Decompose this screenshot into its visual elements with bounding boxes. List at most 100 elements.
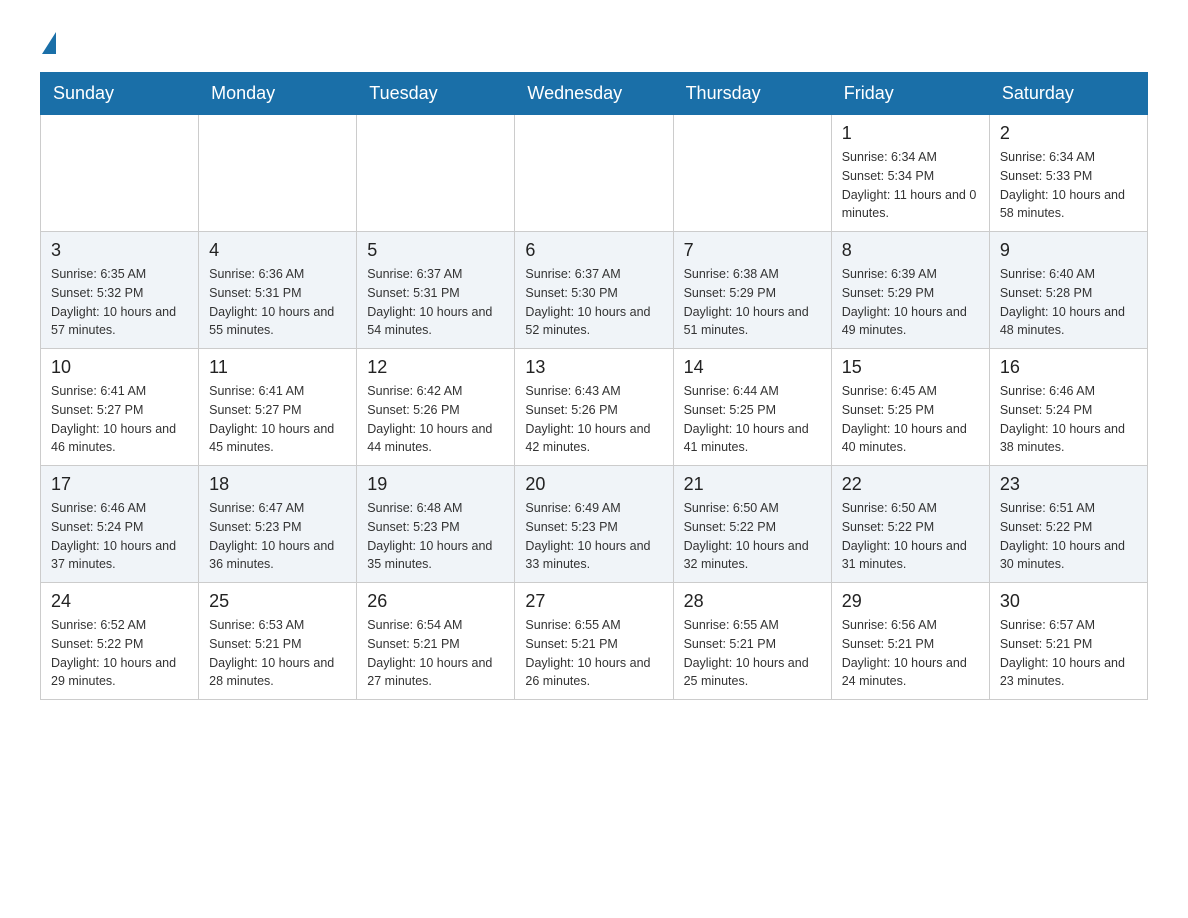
logo-triangle-icon: [42, 32, 56, 54]
day-info: Sunrise: 6:41 AM Sunset: 5:27 PM Dayligh…: [209, 382, 346, 457]
day-info: Sunrise: 6:41 AM Sunset: 5:27 PM Dayligh…: [51, 382, 188, 457]
day-info: Sunrise: 6:35 AM Sunset: 5:32 PM Dayligh…: [51, 265, 188, 340]
day-number: 28: [684, 591, 821, 612]
calendar-cell: 9 Sunrise: 6:40 AM Sunset: 5:28 PM Daylig…: [989, 232, 1147, 349]
day-number: 22: [842, 474, 979, 495]
weekday-header-sunday: Sunday: [41, 73, 199, 115]
weekday-header-tuesday: Tuesday: [357, 73, 515, 115]
week-row-1: 1Sunrise: 6:34 AM Sunset: 5:34 PM Daylig…: [41, 115, 1148, 232]
week-row-5: 24Sunrise: 6:52 AM Sunset: 5:22 PM Dayli…: [41, 583, 1148, 700]
day-number: 1: [842, 123, 979, 144]
calendar-cell: 13 Sunrise: 6:43 AM Sunset: 5:26 PM Dayli…: [515, 349, 673, 466]
day-number: 14: [684, 357, 821, 378]
calendar-cell: 6 Sunrise: 6:37 AM Sunset: 5:30 PM Daylig…: [515, 232, 673, 349]
day-number: 10: [51, 357, 188, 378]
weekday-header-saturday: Saturday: [989, 73, 1147, 115]
day-number: 20: [525, 474, 662, 495]
day-number: 13: [525, 357, 662, 378]
weekday-header-thursday: Thursday: [673, 73, 831, 115]
calendar-cell: 7 Sunrise: 6:38 AM Sunset: 5:29 PM Daylig…: [673, 232, 831, 349]
calendar-cell: 17 Sunrise: 6:46 AM Sunset: 5:24 PM Dayli…: [41, 466, 199, 583]
calendar-cell: 20 Sunrise: 6:49 AM Sunset: 5:23 PM Dayli…: [515, 466, 673, 583]
calendar-cell: 2 Sunrise: 6:34 AM Sunset: 5:33 PM Daylig…: [989, 115, 1147, 232]
day-info: Sunrise: 6:40 AM Sunset: 5:28 PM Dayligh…: [1000, 265, 1137, 340]
day-number: 19: [367, 474, 504, 495]
day-number: 15: [842, 357, 979, 378]
day-info: Sunrise: 6:38 AM Sunset: 5:29 PM Dayligh…: [684, 265, 821, 340]
calendar-cell: 16 Sunrise: 6:46 AM Sunset: 5:24 PM Dayli…: [989, 349, 1147, 466]
week-row-2: 3 Sunrise: 6:35 AM Sunset: 5:32 PM Daylig…: [41, 232, 1148, 349]
day-number: 29: [842, 591, 979, 612]
calendar-cell: [515, 115, 673, 232]
day-number: 16: [1000, 357, 1137, 378]
day-number: 17: [51, 474, 188, 495]
calendar-cell: 23 Sunrise: 6:51 AM Sunset: 5:22 PM Dayli…: [989, 466, 1147, 583]
weekday-header-wednesday: Wednesday: [515, 73, 673, 115]
day-info: Sunrise: 6:43 AM Sunset: 5:26 PM Dayligh…: [525, 382, 662, 457]
day-info: Sunrise: 6:56 AM Sunset: 5:21 PM Dayligh…: [842, 616, 979, 691]
week-row-3: 10 Sunrise: 6:41 AM Sunset: 5:27 PM Dayli…: [41, 349, 1148, 466]
calendar-table: SundayMondayTuesdayWednesdayThursdayFrid…: [40, 72, 1148, 700]
calendar-cell: 30 Sunrise: 6:57 AM Sunset: 5:21 PM Dayli…: [989, 583, 1147, 700]
calendar-cell: 12 Sunrise: 6:42 AM Sunset: 5:26 PM Dayli…: [357, 349, 515, 466]
day-info: Sunrise: 6:50 AM Sunset: 5:22 PM Dayligh…: [684, 499, 821, 574]
day-number: 3: [51, 240, 188, 261]
day-number: 21: [684, 474, 821, 495]
day-info: Sunrise: 6:55 AM Sunset: 5:21 PM Dayligh…: [684, 616, 821, 691]
day-info: Sunrise: 6:42 AM Sunset: 5:26 PM Dayligh…: [367, 382, 504, 457]
weekday-header-row: SundayMondayTuesdayWednesdayThursdayFrid…: [41, 73, 1148, 115]
day-info: Sunrise: 6:37 AM Sunset: 5:31 PM Dayligh…: [367, 265, 504, 340]
calendar-cell: 15 Sunrise: 6:45 AM Sunset: 5:25 PM Dayli…: [831, 349, 989, 466]
day-number: 6: [525, 240, 662, 261]
calendar-cell: 27Sunrise: 6:55 AM Sunset: 5:21 PM Dayli…: [515, 583, 673, 700]
day-number: 5: [367, 240, 504, 261]
day-info: Sunrise: 6:45 AM Sunset: 5:25 PM Dayligh…: [842, 382, 979, 457]
calendar-cell: 14Sunrise: 6:44 AM Sunset: 5:25 PM Dayli…: [673, 349, 831, 466]
day-info: Sunrise: 6:57 AM Sunset: 5:21 PM Dayligh…: [1000, 616, 1137, 691]
calendar-cell: [41, 115, 199, 232]
day-number: 18: [209, 474, 346, 495]
day-info: Sunrise: 6:51 AM Sunset: 5:22 PM Dayligh…: [1000, 499, 1137, 574]
calendar-cell: [199, 115, 357, 232]
week-row-4: 17 Sunrise: 6:46 AM Sunset: 5:24 PM Dayli…: [41, 466, 1148, 583]
day-info: Sunrise: 6:53 AM Sunset: 5:21 PM Dayligh…: [209, 616, 346, 691]
day-info: Sunrise: 6:55 AM Sunset: 5:21 PM Dayligh…: [525, 616, 662, 691]
calendar-cell: 1Sunrise: 6:34 AM Sunset: 5:34 PM Daylig…: [831, 115, 989, 232]
day-info: Sunrise: 6:34 AM Sunset: 5:33 PM Dayligh…: [1000, 148, 1137, 223]
day-info: Sunrise: 6:37 AM Sunset: 5:30 PM Dayligh…: [525, 265, 662, 340]
day-number: 4: [209, 240, 346, 261]
calendar-cell: 4Sunrise: 6:36 AM Sunset: 5:31 PM Daylig…: [199, 232, 357, 349]
day-info: Sunrise: 6:50 AM Sunset: 5:22 PM Dayligh…: [842, 499, 979, 574]
day-number: 26: [367, 591, 504, 612]
day-number: 2: [1000, 123, 1137, 144]
day-info: Sunrise: 6:48 AM Sunset: 5:23 PM Dayligh…: [367, 499, 504, 574]
day-number: 9: [1000, 240, 1137, 261]
weekday-header-monday: Monday: [199, 73, 357, 115]
day-number: 11: [209, 357, 346, 378]
day-number: 23: [1000, 474, 1137, 495]
day-number: 8: [842, 240, 979, 261]
calendar-cell: 19 Sunrise: 6:48 AM Sunset: 5:23 PM Dayli…: [357, 466, 515, 583]
calendar-cell: 28 Sunrise: 6:55 AM Sunset: 5:21 PM Dayli…: [673, 583, 831, 700]
weekday-header-friday: Friday: [831, 73, 989, 115]
calendar-cell: 25 Sunrise: 6:53 AM Sunset: 5:21 PM Dayli…: [199, 583, 357, 700]
day-info: Sunrise: 6:39 AM Sunset: 5:29 PM Dayligh…: [842, 265, 979, 340]
day-info: Sunrise: 6:54 AM Sunset: 5:21 PM Dayligh…: [367, 616, 504, 691]
day-number: 7: [684, 240, 821, 261]
day-number: 25: [209, 591, 346, 612]
logo: [40, 30, 56, 52]
day-info: Sunrise: 6:47 AM Sunset: 5:23 PM Dayligh…: [209, 499, 346, 574]
calendar-cell: [673, 115, 831, 232]
day-info: Sunrise: 6:46 AM Sunset: 5:24 PM Dayligh…: [1000, 382, 1137, 457]
day-number: 30: [1000, 591, 1137, 612]
day-number: 12: [367, 357, 504, 378]
day-info: Sunrise: 6:46 AM Sunset: 5:24 PM Dayligh…: [51, 499, 188, 574]
calendar-cell: 11 Sunrise: 6:41 AM Sunset: 5:27 PM Dayli…: [199, 349, 357, 466]
day-info: Sunrise: 6:49 AM Sunset: 5:23 PM Dayligh…: [525, 499, 662, 574]
calendar-cell: 5 Sunrise: 6:37 AM Sunset: 5:31 PM Daylig…: [357, 232, 515, 349]
calendar-cell: 26 Sunrise: 6:54 AM Sunset: 5:21 PM Dayli…: [357, 583, 515, 700]
calendar-cell: [357, 115, 515, 232]
calendar-cell: 18 Sunrise: 6:47 AM Sunset: 5:23 PM Dayli…: [199, 466, 357, 583]
calendar-cell: 21 Sunrise: 6:50 AM Sunset: 5:22 PM Dayli…: [673, 466, 831, 583]
calendar-cell: 24Sunrise: 6:52 AM Sunset: 5:22 PM Dayli…: [41, 583, 199, 700]
